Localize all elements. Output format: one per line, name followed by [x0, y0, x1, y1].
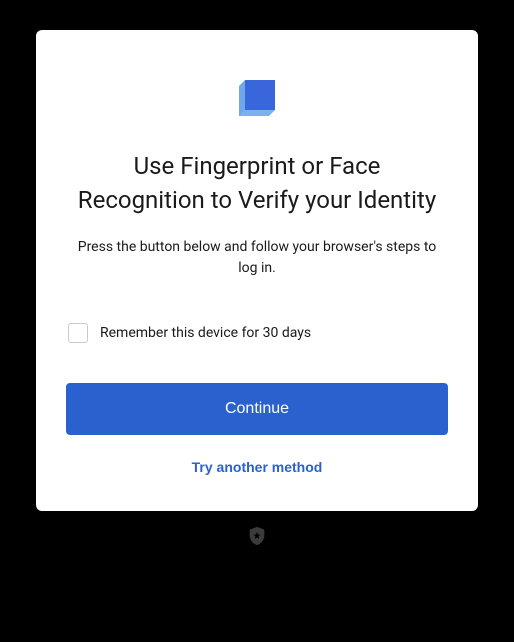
try-another-method-link[interactable]: Try another method: [192, 459, 323, 475]
page-subtitle: Press the button below and follow your b…: [66, 237, 448, 279]
remember-device-checkbox[interactable]: [68, 323, 88, 343]
auth-card: Use Fingerprint or Face Recognition to V…: [36, 30, 478, 511]
shield-badge-icon: [246, 525, 268, 547]
remember-device-label: Remember this device for 30 days: [100, 325, 311, 341]
app-logo-icon: [231, 70, 283, 122]
remember-device-row[interactable]: Remember this device for 30 days: [66, 323, 448, 343]
page-title: Use Fingerprint or Face Recognition to V…: [66, 150, 448, 217]
continue-button[interactable]: Continue: [66, 383, 448, 435]
